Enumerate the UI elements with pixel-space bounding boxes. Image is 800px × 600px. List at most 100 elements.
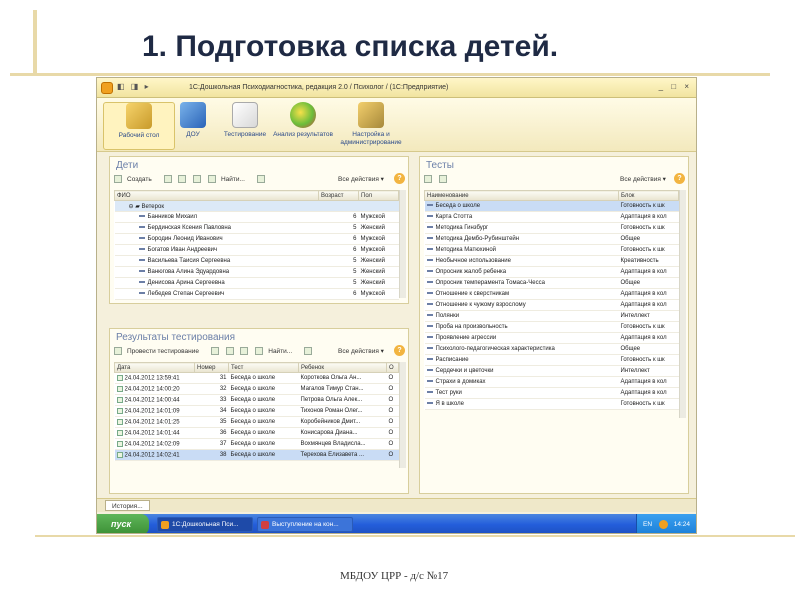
- result-o: О: [386, 427, 399, 439]
- task-label: Выступление на кон...: [272, 521, 339, 528]
- test-block-text: Интеллект: [620, 313, 650, 319]
- group-row[interactable]: ⊖ ▰ Ветерок: [114, 200, 399, 212]
- col-name[interactable]: Наименование: [424, 190, 619, 201]
- children-scrollbar[interactable]: [399, 190, 406, 298]
- table-row[interactable]: Методика Матюхиной Готовность к шк: [424, 244, 679, 256]
- create-button[interactable]: Создать: [114, 175, 157, 183]
- cancel-search-icon[interactable]: [256, 175, 265, 183]
- table-row[interactable]: Отношение к сверстникам Адаптация в кол: [424, 288, 679, 300]
- table-row[interactable]: 24.04.2012 14:01:09 34 Беседа о школе Тихон…: [114, 405, 399, 417]
- table-row[interactable]: Васильева Таисия Сергеевна 5 Женский: [114, 255, 399, 267]
- delete-icon[interactable]: [225, 347, 234, 355]
- table-row[interactable]: Полянки Интеллект: [424, 310, 679, 322]
- window-controls[interactable]: _ □ ×: [659, 82, 692, 91]
- col-date[interactable]: Дата: [114, 362, 195, 373]
- table-row[interactable]: Бородин Леонид Иванович 6 Мужской: [114, 233, 399, 245]
- col-block[interactable]: Блок: [618, 190, 679, 201]
- delete-icon[interactable]: [193, 175, 202, 183]
- tray-app-icon[interactable]: [659, 520, 668, 529]
- table-row[interactable]: Ванюгова Алина Эдуардовна 5 Женский: [114, 266, 399, 278]
- titlebar-tools[interactable]: ◧ ◨ ▸: [117, 82, 151, 91]
- find-button[interactable]: Найти...: [255, 347, 297, 355]
- table-row[interactable]: Сердечки и цветочки Интеллект: [424, 365, 679, 377]
- table-row[interactable]: Проба на произвольность Готовность к шк: [424, 321, 679, 333]
- result-child: Магалов Тимур Стан...: [298, 383, 387, 395]
- col-sex[interactable]: Пол: [358, 190, 399, 201]
- table-row[interactable]: Лебедев Степан Сергеевич 6 Мужской: [114, 288, 399, 300]
- children-all-actions[interactable]: Все действия ▾: [338, 175, 384, 183]
- table-row[interactable]: Опросник темперамента Томаса-Чесса Общее: [424, 277, 679, 289]
- task-presentation[interactable]: Выступление на кон...: [257, 517, 353, 532]
- table-row[interactable]: 24.04.2012 14:01:25 35 Беседа о школе Короб…: [114, 416, 399, 428]
- item-icon: [138, 226, 145, 229]
- result-o-text: О: [388, 419, 394, 425]
- col-child[interactable]: Ребенок: [298, 362, 387, 373]
- document-check-icon: [116, 429, 123, 436]
- cancel-search-icon[interactable]: [304, 347, 313, 355]
- result-test-text: Беседа о школе: [230, 430, 276, 436]
- child-sex-text: Мужской: [360, 247, 386, 253]
- test-block-text: Готовность к шк: [620, 203, 665, 209]
- child-name-text: Лебедев Степан Сергеевич: [147, 291, 225, 297]
- search-icon[interactable]: [424, 175, 432, 183]
- table-row[interactable]: 24.04.2012 14:01:44 36 Беседа о школе Конис…: [114, 427, 399, 439]
- table-row[interactable]: 24.04.2012 14:02:41 38 Беседа о школе Терех…: [114, 449, 399, 461]
- table-row[interactable]: Необычное использование Креативность: [424, 255, 679, 267]
- run-test-button[interactable]: Провести тестирование: [114, 347, 204, 355]
- app-logo-icon: [161, 521, 169, 529]
- item-icon: [426, 347, 433, 350]
- table-row[interactable]: Психолого-педагогическая характеристика О…: [424, 343, 679, 355]
- test-block: Готовность к шк: [618, 200, 679, 212]
- test-block-text: Адаптация в кол: [620, 302, 667, 308]
- col-age[interactable]: Возраст: [318, 190, 359, 201]
- table-row[interactable]: Бердинская Ксения Павловна 5 Женский: [114, 222, 399, 234]
- edit-icon[interactable]: [178, 175, 187, 183]
- table-row[interactable]: Богатов Иван Андреевич 6 Мужской: [114, 244, 399, 256]
- table-row[interactable]: Банников Михаил 6 Мужской: [114, 211, 399, 223]
- col-test[interactable]: Тест: [228, 362, 299, 373]
- help-icon[interactable]: ?: [394, 173, 405, 184]
- cancel-search-icon[interactable]: [438, 175, 447, 183]
- col-o[interactable]: О: [386, 362, 399, 373]
- result-number-text: 37: [219, 441, 227, 447]
- table-row[interactable]: Отношение к чужому взрослому Адаптация в …: [424, 299, 679, 311]
- tests-scrollbar[interactable]: [679, 190, 686, 418]
- table-row[interactable]: Методика Гинзбург Готовность к шк: [424, 222, 679, 234]
- copy-icon[interactable]: [163, 175, 172, 183]
- find-button[interactable]: Найти...: [207, 175, 250, 183]
- table-row[interactable]: Расписание Готовность к шк: [424, 354, 679, 366]
- history-button[interactable]: История...: [105, 500, 150, 511]
- table-row[interactable]: Проявление агрессии Адаптация в кол: [424, 332, 679, 344]
- table-row[interactable]: Тест руки Адаптация в кол: [424, 387, 679, 399]
- section-settings[interactable]: Настройка и администрирование: [329, 102, 413, 147]
- edit-icon[interactable]: [210, 347, 219, 355]
- tests-all-actions[interactable]: Все действия ▾: [620, 175, 666, 183]
- presentation-icon: [261, 521, 269, 529]
- item-icon: [426, 226, 433, 229]
- system-tray: EN 14:24: [636, 514, 696, 533]
- table-row[interactable]: Карта Стотта Адаптация в кол: [424, 211, 679, 223]
- task-1c[interactable]: 1С:Дошкольная Пси...: [157, 517, 253, 532]
- help-icon[interactable]: ?: [674, 173, 685, 184]
- results-scrollbar[interactable]: [399, 362, 406, 468]
- link-icon[interactable]: [240, 347, 249, 355]
- table-row[interactable]: Методика Дембо-Рубинштейн Общее: [424, 233, 679, 245]
- table-row[interactable]: Денисова Арина Сергеевна 5 Женский: [114, 277, 399, 289]
- table-row[interactable]: 24.04.2012 14:02:09 37 Беседа о школе Вохмя…: [114, 438, 399, 450]
- table-row[interactable]: 24.04.2012 13:59:41 31 Беседа о школе Корот…: [114, 372, 399, 384]
- result-test-text: Беседа о школе: [230, 452, 276, 458]
- table-row[interactable]: 24.04.2012 14:00:20 32 Беседа о школе Магал…: [114, 383, 399, 395]
- table-row[interactable]: Страхи в домиках Адаптация в кол: [424, 376, 679, 388]
- test-name: Отношение к сверстникам: [424, 288, 619, 300]
- col-fio[interactable]: ФИО: [114, 190, 319, 201]
- table-row[interactable]: Беседа о школе Готовность к шк: [424, 200, 679, 212]
- language-indicator[interactable]: EN: [643, 514, 652, 533]
- table-row[interactable]: Я в школе Готовность к шк: [424, 398, 679, 410]
- start-button[interactable]: пуск: [97, 514, 149, 533]
- result-child: Конисарова Диана...: [298, 427, 387, 439]
- col-number[interactable]: Номер: [194, 362, 229, 373]
- table-row[interactable]: 24.04.2012 14:00:44 33 Беседа о школе Петро…: [114, 394, 399, 406]
- results-all-actions[interactable]: Все действия ▾: [338, 347, 384, 355]
- help-icon[interactable]: ?: [394, 345, 405, 356]
- table-row[interactable]: Опросник жалоб ребенка Адаптация в кол: [424, 266, 679, 278]
